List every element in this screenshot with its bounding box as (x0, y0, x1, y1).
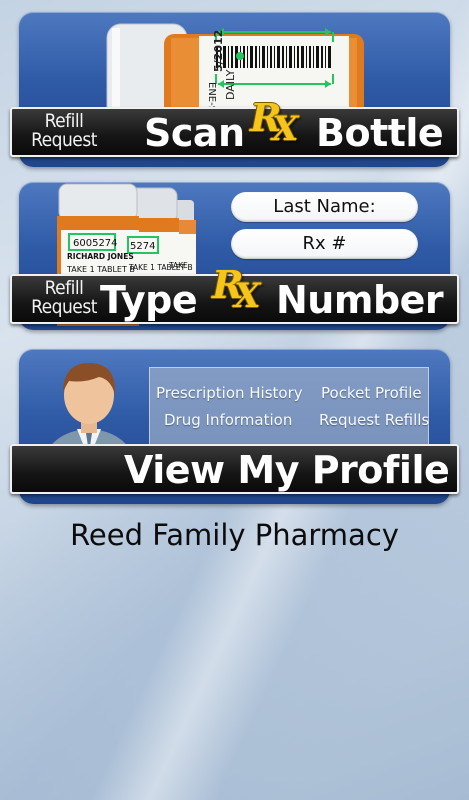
rx-logo-icon: R X (250, 95, 310, 155)
scan-title-right: Bottle (316, 111, 444, 155)
refill-label-line2: Request (31, 296, 97, 318)
menu-prescription-history[interactable]: Prescription History (156, 384, 303, 402)
view-profile-title: View My Profile (124, 448, 450, 492)
rx-letter-x: X (234, 276, 261, 316)
pharmacy-name: Reed Family Pharmacy (70, 518, 399, 552)
type-number-card[interactable]: 6005274 5274 RICHARD JONES TAKE 1 TABLET… (10, 182, 459, 330)
menu-request-refills[interactable]: Request Refills (319, 411, 429, 429)
profile-menu-panel: Prescription History Pocket Profile Drug… (149, 367, 429, 447)
type-title-right: Number (276, 278, 444, 322)
bottle-patient-name: RICHARD JONES (67, 252, 134, 261)
bottle-instructions-3: TAKE (168, 261, 188, 270)
bottle-instructions: TAKE 1 TABLET B (66, 265, 135, 274)
scan-title-left: Scan (144, 111, 245, 155)
last-name-field[interactable]: Last Name: (231, 192, 418, 222)
refill-label-line2: Request (31, 129, 97, 151)
scan-bottle-card[interactable]: ENE-SO 5/2012 DAILY Refill Request Scan … (10, 12, 459, 167)
bottle-label-text-3: DAILY (224, 69, 237, 100)
menu-pocket-profile[interactable]: Pocket Profile (321, 384, 422, 402)
type-title-left: Type (100, 278, 198, 322)
rx-number-field[interactable]: Rx # (231, 229, 418, 259)
rx-logo-icon: R X (212, 262, 272, 322)
view-profile-card[interactable]: Prescription History Pocket Profile Drug… (10, 349, 459, 504)
view-profile-banner[interactable]: View My Profile (10, 444, 459, 494)
refill-request-label-2: Refill Request (26, 279, 102, 317)
bottle-label-text-2: 5/2012 (212, 30, 225, 72)
refill-request-label: Refill Request (26, 112, 102, 150)
type-number-banner[interactable]: Refill Request Type R X Number (10, 262, 459, 324)
bottle-rx-number-1: 6005274 (73, 238, 118, 249)
rx-letter-x: X (272, 109, 299, 149)
bottle-rx-number-2: 5274 (130, 241, 155, 252)
scan-bottle-banner[interactable]: Refill Request Scan R X Bottle (10, 95, 459, 157)
menu-drug-information[interactable]: Drug Information (164, 411, 292, 429)
